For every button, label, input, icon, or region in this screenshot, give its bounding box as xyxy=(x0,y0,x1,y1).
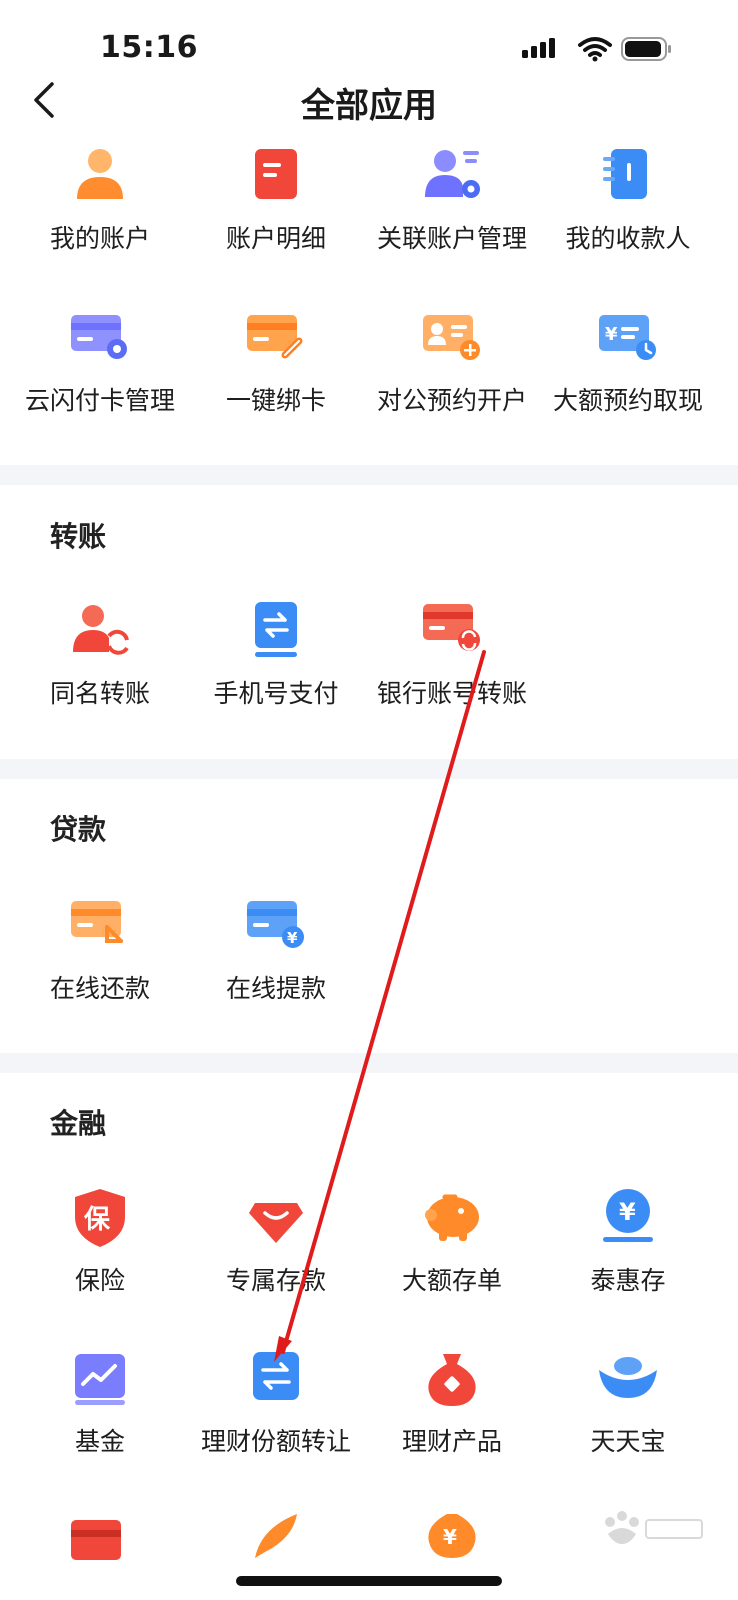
person-icon xyxy=(77,149,123,199)
phone-transfer-icon xyxy=(255,602,297,657)
app-online-withdrawal[interactable]: ¥ 在线提款 xyxy=(186,893,366,1033)
gold-ingot-icon xyxy=(599,1357,657,1398)
svg-text:保: 保 xyxy=(83,1205,111,1235)
cash-clock-icon: ¥ xyxy=(599,315,656,360)
section-divider xyxy=(0,1053,738,1073)
app-account-details[interactable]: 账户明细 xyxy=(186,143,366,283)
exchange-icon xyxy=(253,1352,299,1400)
app-wealth-products[interactable]: 理财产品 xyxy=(362,1346,542,1486)
app-corporate-account-booking[interactable]: 对公预约开户 xyxy=(362,305,542,445)
person-transfer-icon xyxy=(73,605,129,655)
user-gear-icon xyxy=(425,150,480,198)
feather-icon[interactable] xyxy=(241,1508,311,1562)
chart-line-icon xyxy=(75,1354,125,1405)
app-exclusive-deposit[interactable]: 专属存款 xyxy=(186,1185,366,1325)
section-divider xyxy=(0,759,738,779)
app-large-cash-withdrawal[interactable]: ¥ 大额预约取现 xyxy=(538,305,718,445)
app-my-account[interactable]: 我的账户 xyxy=(10,143,190,283)
section-title-finance: 金融 xyxy=(50,1107,107,1140)
nav-bar: 全部应用 xyxy=(0,64,738,136)
card-icon[interactable] xyxy=(65,1512,135,1562)
app-linked-account-mgmt[interactable]: 关联账户管理 xyxy=(362,143,542,283)
section-divider xyxy=(0,465,738,485)
money-bag-icon[interactable]: ¥ xyxy=(417,1500,487,1562)
app-phone-number-payment[interactable]: 手机号支付 xyxy=(186,598,366,738)
money-bag-icon xyxy=(428,1354,476,1406)
card-return-icon xyxy=(71,901,123,943)
status-time: 15:16 xyxy=(100,30,198,65)
app-my-payees[interactable]: 我的收款人 xyxy=(538,143,718,283)
shield-insurance-icon: 保 xyxy=(75,1189,125,1247)
id-card-add-icon xyxy=(423,315,480,360)
app-fund[interactable]: 基金 xyxy=(10,1346,190,1486)
svg-text:¥: ¥ xyxy=(605,324,618,345)
yuan-coin-icon: ¥ xyxy=(603,1189,653,1242)
gem-icon xyxy=(249,1203,303,1243)
card-link-icon xyxy=(247,315,303,359)
app-large-deposit-certificate[interactable]: 大额存单 xyxy=(362,1185,542,1325)
wifi-icon xyxy=(578,37,612,62)
contacts-book-icon xyxy=(603,149,647,199)
battery-icon xyxy=(621,37,671,61)
svg-text:¥: ¥ xyxy=(287,929,298,947)
svg-text:¥: ¥ xyxy=(619,1198,636,1226)
home-indicator[interactable] xyxy=(236,1576,502,1586)
document-icon xyxy=(255,149,297,199)
watermark-logo-icon xyxy=(605,1511,703,1544)
app-bank-account-transfer[interactable]: 银行账号转账 xyxy=(362,598,542,738)
svg-text:¥: ¥ xyxy=(443,1525,457,1549)
app-unionpay-card-mgmt[interactable]: 云闪付卡管理 xyxy=(10,305,190,445)
card-yuan-icon: ¥ xyxy=(247,901,304,948)
app-taihui-deposit[interactable]: ¥ 泰惠存 xyxy=(538,1185,718,1325)
status-icons xyxy=(522,37,671,62)
app-one-click-bind-card[interactable]: 一键绑卡 xyxy=(186,305,366,445)
app-wealth-share-transfer[interactable]: 理财份额转让 xyxy=(186,1346,366,1486)
app-tiantianbao[interactable]: 天天宝 xyxy=(538,1346,718,1486)
card-gear-icon xyxy=(71,315,127,359)
app-same-name-transfer[interactable]: 同名转账 xyxy=(10,598,190,738)
app-insurance[interactable]: 保 保险 xyxy=(10,1185,190,1325)
signal-icon xyxy=(522,38,555,58)
section-title-transfer: 转账 xyxy=(50,520,107,553)
piggy-bank-icon xyxy=(425,1194,479,1241)
section-title-loan: 贷款 xyxy=(50,813,107,846)
page-title: 全部应用 xyxy=(301,86,437,126)
app-online-repayment[interactable]: 在线还款 xyxy=(10,893,190,1033)
card-transfer-icon xyxy=(423,604,480,651)
